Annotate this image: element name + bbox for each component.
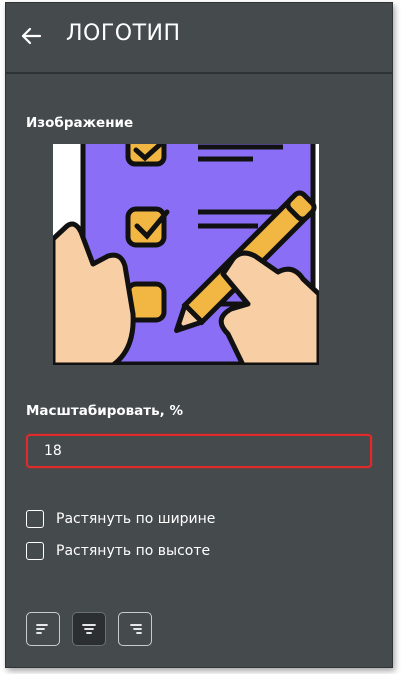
logo-image-preview[interactable] — [53, 144, 319, 365]
logo-settings-panel: ЛОГОТИП Изображение Масштабировать, % 18… — [5, 2, 393, 668]
stretch-height-label: Растянуть по высоте — [56, 543, 211, 559]
stretch-width-option[interactable]: Растянуть по ширине — [26, 510, 215, 528]
align-center-button[interactable] — [72, 612, 106, 646]
checklist-illustration — [53, 144, 319, 365]
stretch-width-checkbox[interactable] — [26, 510, 44, 528]
align-right-icon — [130, 624, 142, 634]
back-button[interactable] — [18, 23, 44, 49]
arrow-left-icon — [21, 27, 42, 45]
image-section-label: Изображение — [26, 115, 134, 131]
stretch-height-checkbox[interactable] — [26, 542, 44, 560]
align-center-icon — [82, 624, 96, 634]
align-right-button[interactable] — [118, 612, 152, 646]
stretch-height-option[interactable]: Растянуть по высоте — [26, 542, 210, 560]
align-left-icon — [36, 624, 48, 634]
scale-label: Масштабировать, % — [26, 403, 184, 419]
stretch-width-label: Растянуть по ширине — [56, 511, 216, 527]
scale-input[interactable] — [26, 434, 372, 468]
panel-header: ЛОГОТИП — [6, 3, 392, 74]
page-title: ЛОГОТИП — [66, 21, 181, 46]
align-left-button[interactable] — [26, 612, 60, 646]
